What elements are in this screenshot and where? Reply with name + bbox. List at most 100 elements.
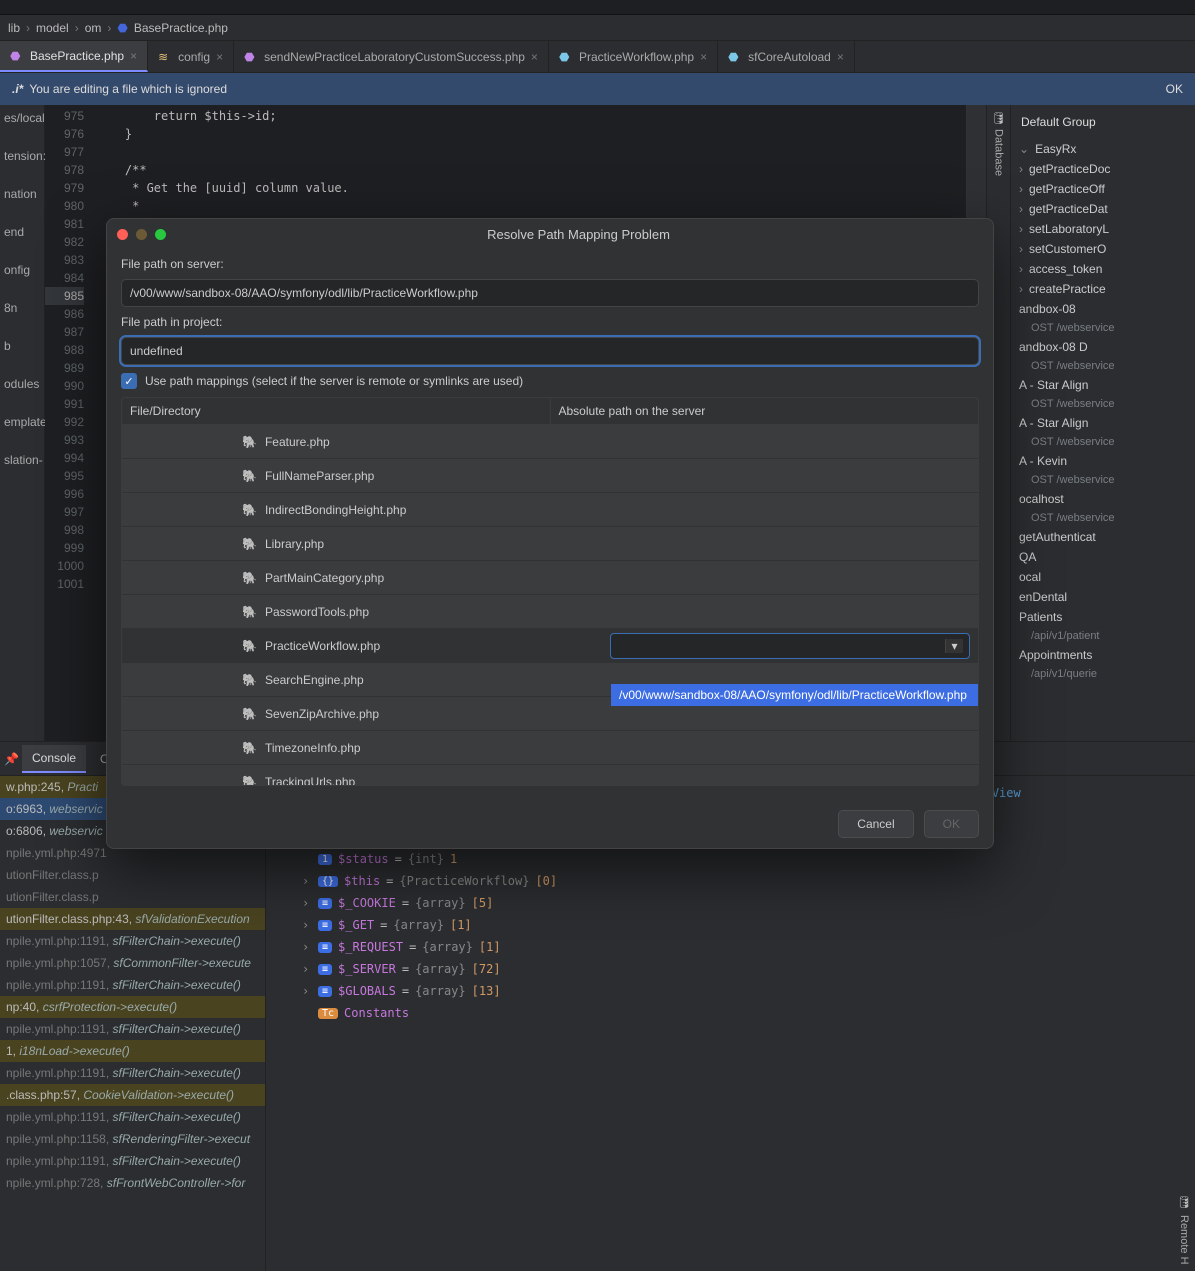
stack-frame[interactable]: utionFilter.class.p [0, 864, 265, 886]
call-frames[interactable]: w.php:245, Practio:6963, webservico:6806… [0, 776, 266, 1271]
line-number[interactable]: 995 [45, 467, 84, 485]
stack-frame[interactable]: npile.yml.php:1191, sfFilterChain->execu… [0, 930, 265, 952]
mapping-row[interactable]: 🐘TrackingUrls.php [122, 765, 978, 785]
stack-frame[interactable]: npile.yml.php:1191, sfFilterChain->execu… [0, 1018, 265, 1040]
variable-row[interactable]: ›≡$_SERVER = {array} [72] [302, 958, 1159, 980]
line-number[interactable]: 989 [45, 359, 84, 377]
dialog-titlebar[interactable]: Resolve Path Mapping Problem [107, 219, 993, 249]
stack-frame[interactable]: utionFilter.class.php:43, sfValidationEx… [0, 908, 265, 930]
code-line[interactable] [96, 143, 966, 161]
mapping-row[interactable]: 🐘PasswordTools.php [122, 595, 978, 629]
line-number[interactable]: 983 [45, 251, 84, 269]
stack-frame[interactable]: npile.yml.php:1191, sfFilterChain->execu… [0, 1062, 265, 1084]
tool-strip-item[interactable]: end [2, 223, 42, 241]
code-line[interactable]: * Get the [uuid] column value. [96, 179, 966, 197]
tool-strip-item[interactable]: 8n [2, 299, 42, 317]
stack-frame[interactable]: npile.yml.php:1191, sfFilterChain->execu… [0, 1150, 265, 1172]
stack-frame[interactable]: npile.yml.php:728, sfFrontWebController-… [0, 1172, 265, 1194]
combo-suggestion[interactable]: /v00/www/sandbox-08/AAO/symfony/odl/lib/… [611, 684, 978, 706]
line-number[interactable]: 986 [45, 305, 84, 323]
tree-item[interactable]: › getPracticeDat [1015, 199, 1191, 219]
close-icon[interactable] [117, 229, 128, 240]
variable-row[interactable]: ›≡$_GET = {array} [1] [302, 914, 1159, 936]
editor-tab[interactable]: ⬣sfCoreAutoload× [718, 41, 855, 72]
tree-root[interactable]: ⌄EasyRx [1015, 139, 1191, 159]
col-absolute-path[interactable]: Absolute path on the server [551, 398, 979, 424]
line-number[interactable]: 987 [45, 323, 84, 341]
tree-item[interactable]: › getPracticeDoc [1015, 159, 1191, 179]
tree-item[interactable]: › createPractice [1015, 279, 1191, 299]
chevron-down-icon[interactable]: ▾ [945, 639, 963, 653]
chevron-right-icon[interactable]: › [302, 896, 312, 910]
tree-item[interactable]: Patients [1015, 607, 1191, 627]
line-number[interactable]: 1000 [45, 557, 84, 575]
breadcrumb[interactable]: lib› model› om› ⬣ BasePractice.php [0, 15, 1195, 41]
mapping-row[interactable]: 🐘Library.php [122, 527, 978, 561]
col-file-directory[interactable]: File/Directory [122, 398, 551, 424]
line-number[interactable]: 994 [45, 449, 84, 467]
pin-icon[interactable]: 📌 [4, 752, 18, 766]
tree-item[interactable]: › access_token [1015, 259, 1191, 279]
line-number[interactable]: 998 [45, 521, 84, 539]
code-line[interactable]: * [96, 197, 966, 215]
tree-item[interactable]: A - Star Align [1015, 375, 1191, 395]
cancel-button[interactable]: Cancel [838, 810, 913, 838]
variable-row[interactable]: 1$status = {int} 1 [302, 848, 1159, 870]
stack-frame[interactable]: npile.yml.php:1057, sfCommonFilter->exec… [0, 952, 265, 974]
stack-frame[interactable]: npile.yml.php:1191, sfFilterChain->execu… [0, 1106, 265, 1128]
tab-console[interactable]: Console [22, 745, 86, 773]
banner-ok-button[interactable]: OK [1166, 82, 1183, 96]
ok-button[interactable]: OK [924, 810, 979, 838]
chevron-right-icon[interactable]: › [302, 874, 312, 888]
tool-strip-item[interactable]: es/local [2, 109, 42, 127]
variable-row[interactable]: TcConstants [302, 1002, 1159, 1024]
crumb-model[interactable]: model [36, 21, 69, 35]
stack-frame[interactable]: npile.yml.php:1158, sfRenderingFilter->e… [0, 1128, 265, 1150]
mapping-row[interactable]: 🐘IndirectBondingHeight.php [122, 493, 978, 527]
tree-item[interactable]: A - Kevin [1015, 451, 1191, 471]
line-number[interactable]: 975 [45, 107, 84, 125]
variable-row[interactable]: ›{}$this = {PracticeWorkflow} [0] [302, 870, 1159, 892]
crumb-om[interactable]: om [85, 21, 102, 35]
editor-tab[interactable]: ⬣BasePractice.php× [0, 41, 148, 72]
crumb-lib[interactable]: lib [8, 21, 20, 35]
stack-frame[interactable]: utionFilter.class.p [0, 886, 265, 908]
editor-tab[interactable]: ⬣sendNewPracticeLaboratoryCustomSuccess.… [234, 41, 549, 72]
tool-strip-item[interactable]: emplate [2, 413, 42, 431]
mapping-row[interactable]: 🐘Feature.php [122, 425, 978, 459]
tool-strip-item[interactable]: tension: [2, 147, 42, 165]
close-icon[interactable]: × [700, 50, 707, 64]
line-number[interactable]: 993 [45, 431, 84, 449]
tree-item[interactable]: enDental [1015, 587, 1191, 607]
line-number[interactable]: 985 [45, 287, 84, 305]
line-number[interactable]: 981 [45, 215, 84, 233]
line-number[interactable]: 979 [45, 179, 84, 197]
server-path-combo[interactable]: ▾/v00/www/sandbox-08/AAO/symfony/odl/lib… [610, 633, 970, 659]
remote-host-icon[interactable]: 🛢 [1176, 1195, 1191, 1209]
variable-row[interactable]: ›≡$_COOKIE = {array} [5] [302, 892, 1159, 914]
line-number[interactable]: 982 [45, 233, 84, 251]
editor-tab[interactable]: ≋config× [148, 41, 234, 72]
stack-frame[interactable]: 1, i18nLoad->execute() [0, 1040, 265, 1062]
database-icon[interactable]: 🛢 [991, 111, 1006, 125]
line-number[interactable]: 976 [45, 125, 84, 143]
tree-item[interactable]: getAuthenticat [1015, 527, 1191, 547]
line-number[interactable]: 992 [45, 413, 84, 431]
close-icon[interactable]: × [130, 49, 137, 63]
tree-item[interactable]: ocalhost [1015, 489, 1191, 509]
tool-strip-item[interactable]: b [2, 337, 42, 355]
crumb-file[interactable]: BasePractice.php [134, 21, 228, 35]
editor-tab[interactable]: ⬣PracticeWorkflow.php× [549, 41, 718, 72]
tree-item[interactable]: › setLaboratoryL [1015, 219, 1191, 239]
chevron-right-icon[interactable]: › [302, 940, 312, 954]
checkbox-checked-icon[interactable]: ✓ [121, 373, 137, 389]
mapping-row[interactable]: 🐘PracticeWorkflow.php▾/v00/www/sandbox-0… [122, 629, 978, 663]
variables-pane[interactable]: 1$message = "<!DOCTYPE html>\n<html>\n<h… [294, 776, 1167, 1271]
mapping-row[interactable]: 🐘FullNameParser.php [122, 459, 978, 493]
line-number[interactable]: 977 [45, 143, 84, 161]
tree-item[interactable]: andbox-08 [1015, 299, 1191, 319]
tree-item[interactable]: ocal [1015, 567, 1191, 587]
project-path-input[interactable]: undefined [121, 337, 979, 365]
server-path-input[interactable]: /v00/www/sandbox-08/AAO/symfony/odl/lib/… [121, 279, 979, 307]
mapping-table-body[interactable]: 🐘Feature.php🐘FullNameParser.php🐘Indirect… [122, 425, 978, 785]
